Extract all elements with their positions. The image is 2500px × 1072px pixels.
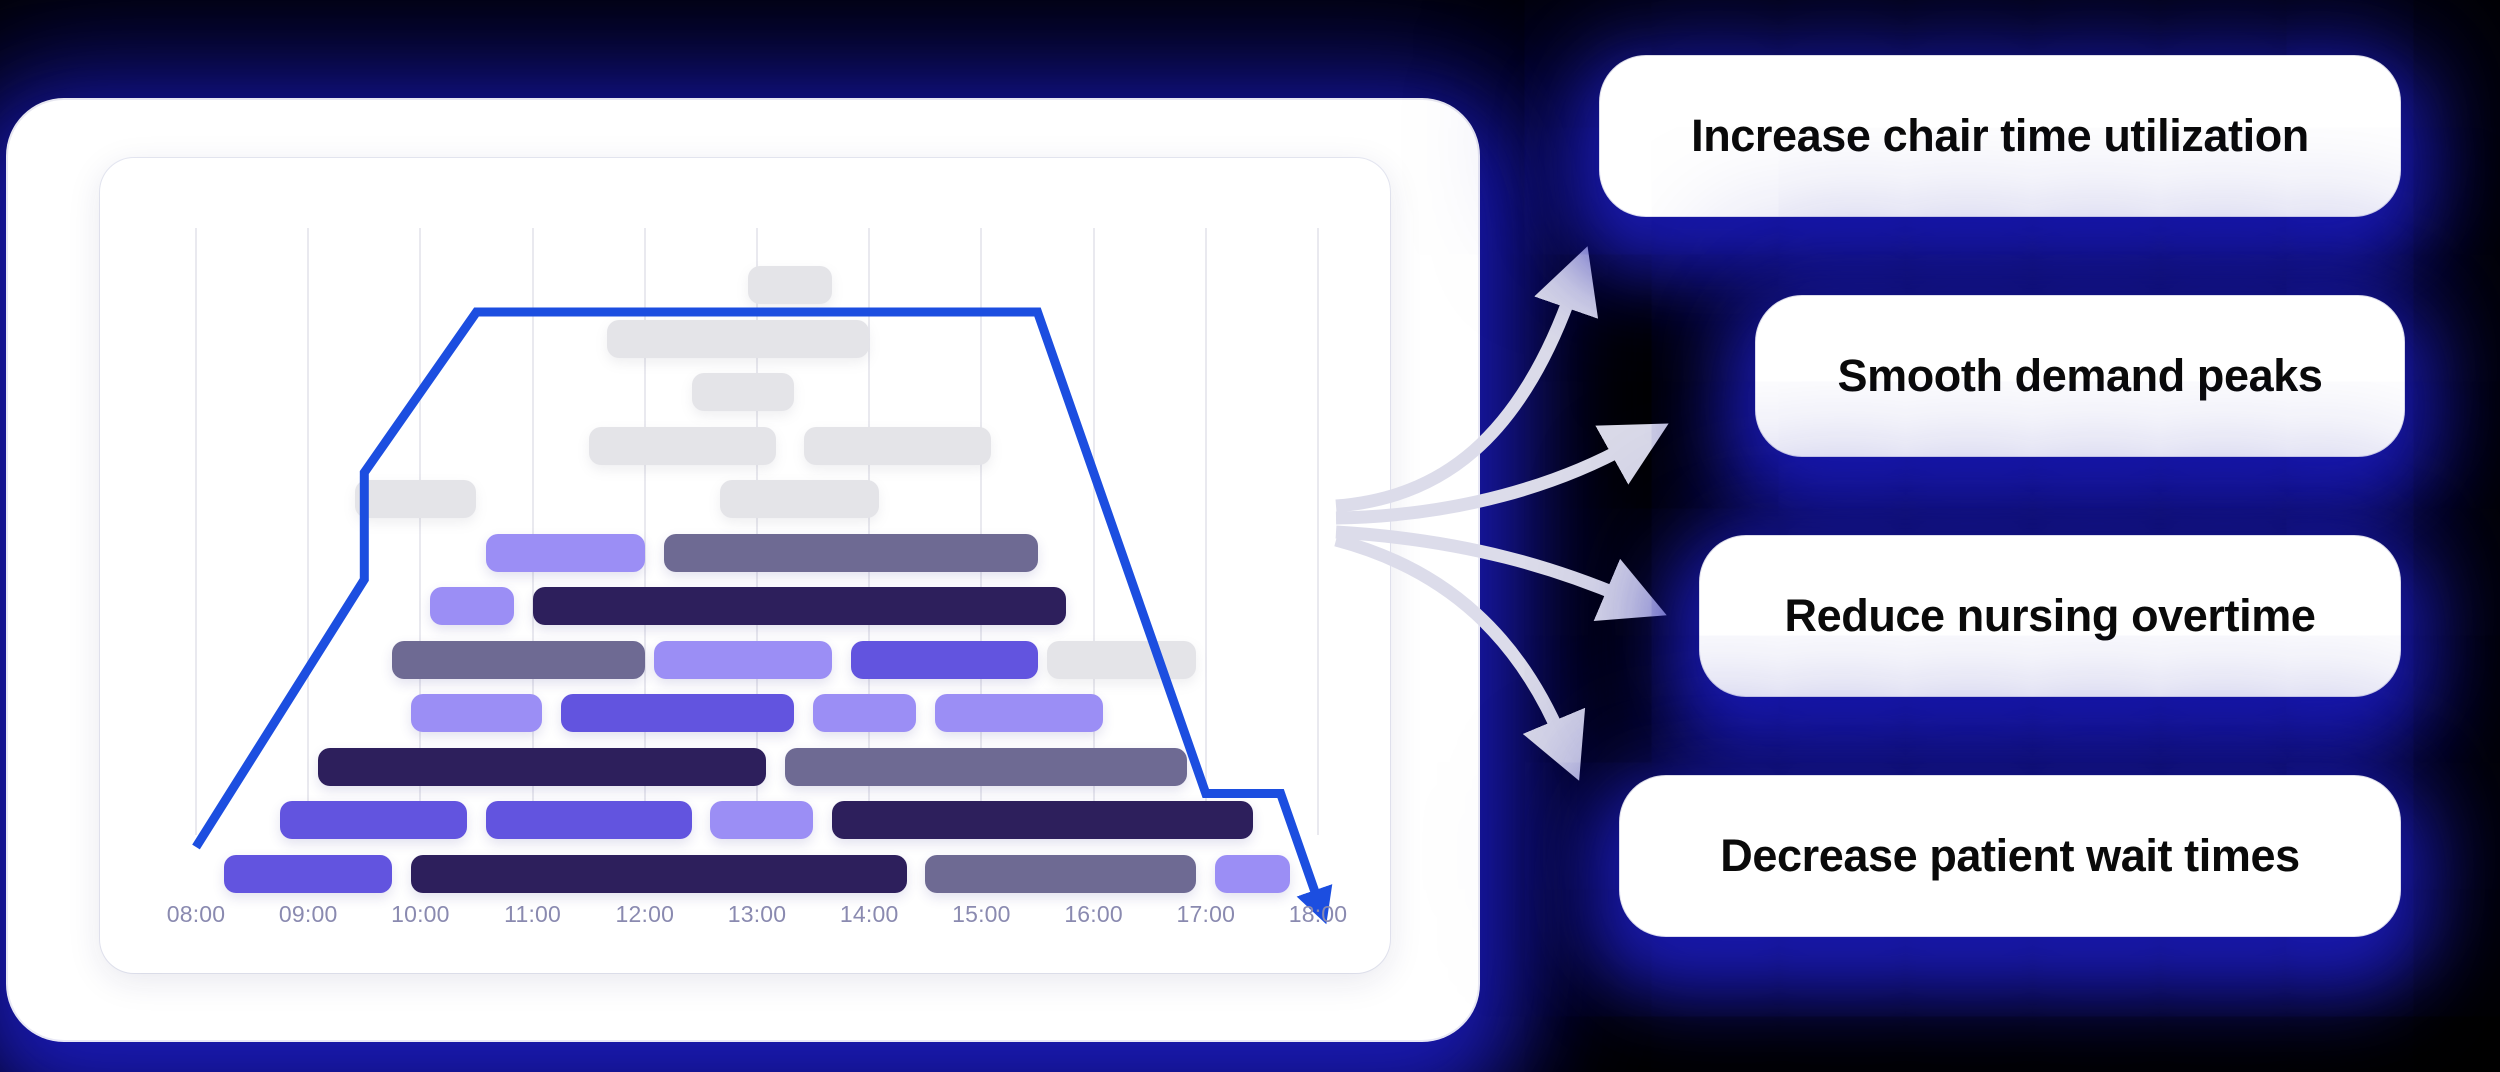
outcome-pill-reduce-nursing-overtime[interactable]: Reduce nursing overtime (1700, 536, 2400, 696)
outcome-pill-label: Smooth demand peaks (1837, 350, 2323, 401)
outcome-pill-decrease-patient-wait-times[interactable]: Decrease patient wait times (1620, 776, 2400, 936)
x-tick-0800: 08:00 (166, 901, 226, 927)
outcome-pill-label: Reduce nursing overtime (1784, 590, 2316, 641)
chart-plot-area: 08:00 09:00 10:00 11:00 12:00 13:00 14:00 15:00… (100, 158, 1390, 973)
x-tick-1100: 11:00 (504, 901, 562, 927)
outcome-pill-label: Decrease patient wait times (1720, 830, 2300, 881)
schedule-chart-card: 08:00 09:00 10:00 11:00 12:00 13:00 14:00 15:00… (100, 158, 1390, 973)
capacity-chart-panel: 08:00 09:00 10:00 11:00 12:00 13:00 14:00 15:00… (8, 100, 1478, 1040)
chart-x-axis: 08:00 09:00 10:00 11:00 12:00 13:00 14:00 15:00… (100, 901, 1390, 931)
x-tick-1200: 12:00 (615, 901, 675, 927)
x-tick-1400: 14:00 (839, 901, 899, 927)
x-tick-1600: 16:00 (1064, 901, 1123, 927)
outcome-pill-smooth-demand-peaks[interactable]: Smooth demand peaks (1756, 296, 2404, 456)
x-tick-1700: 17:00 (1176, 901, 1236, 927)
capacity-line (192, 307, 1333, 925)
outcome-pill-label: Increase chair time utilization (1691, 110, 2309, 161)
outcome-pill-increase-chair-time-utilization[interactable]: Increase chair time utilization (1600, 56, 2400, 216)
x-tick-1800: 18:00 (1288, 901, 1348, 927)
x-tick-1000: 10:00 (391, 901, 450, 927)
x-tick-1500: 15:00 (952, 901, 1011, 927)
x-tick-0900: 09:00 (278, 901, 338, 927)
capacity-line-svg (192, 307, 1333, 925)
x-tick-1300: 13:00 (727, 901, 787, 927)
